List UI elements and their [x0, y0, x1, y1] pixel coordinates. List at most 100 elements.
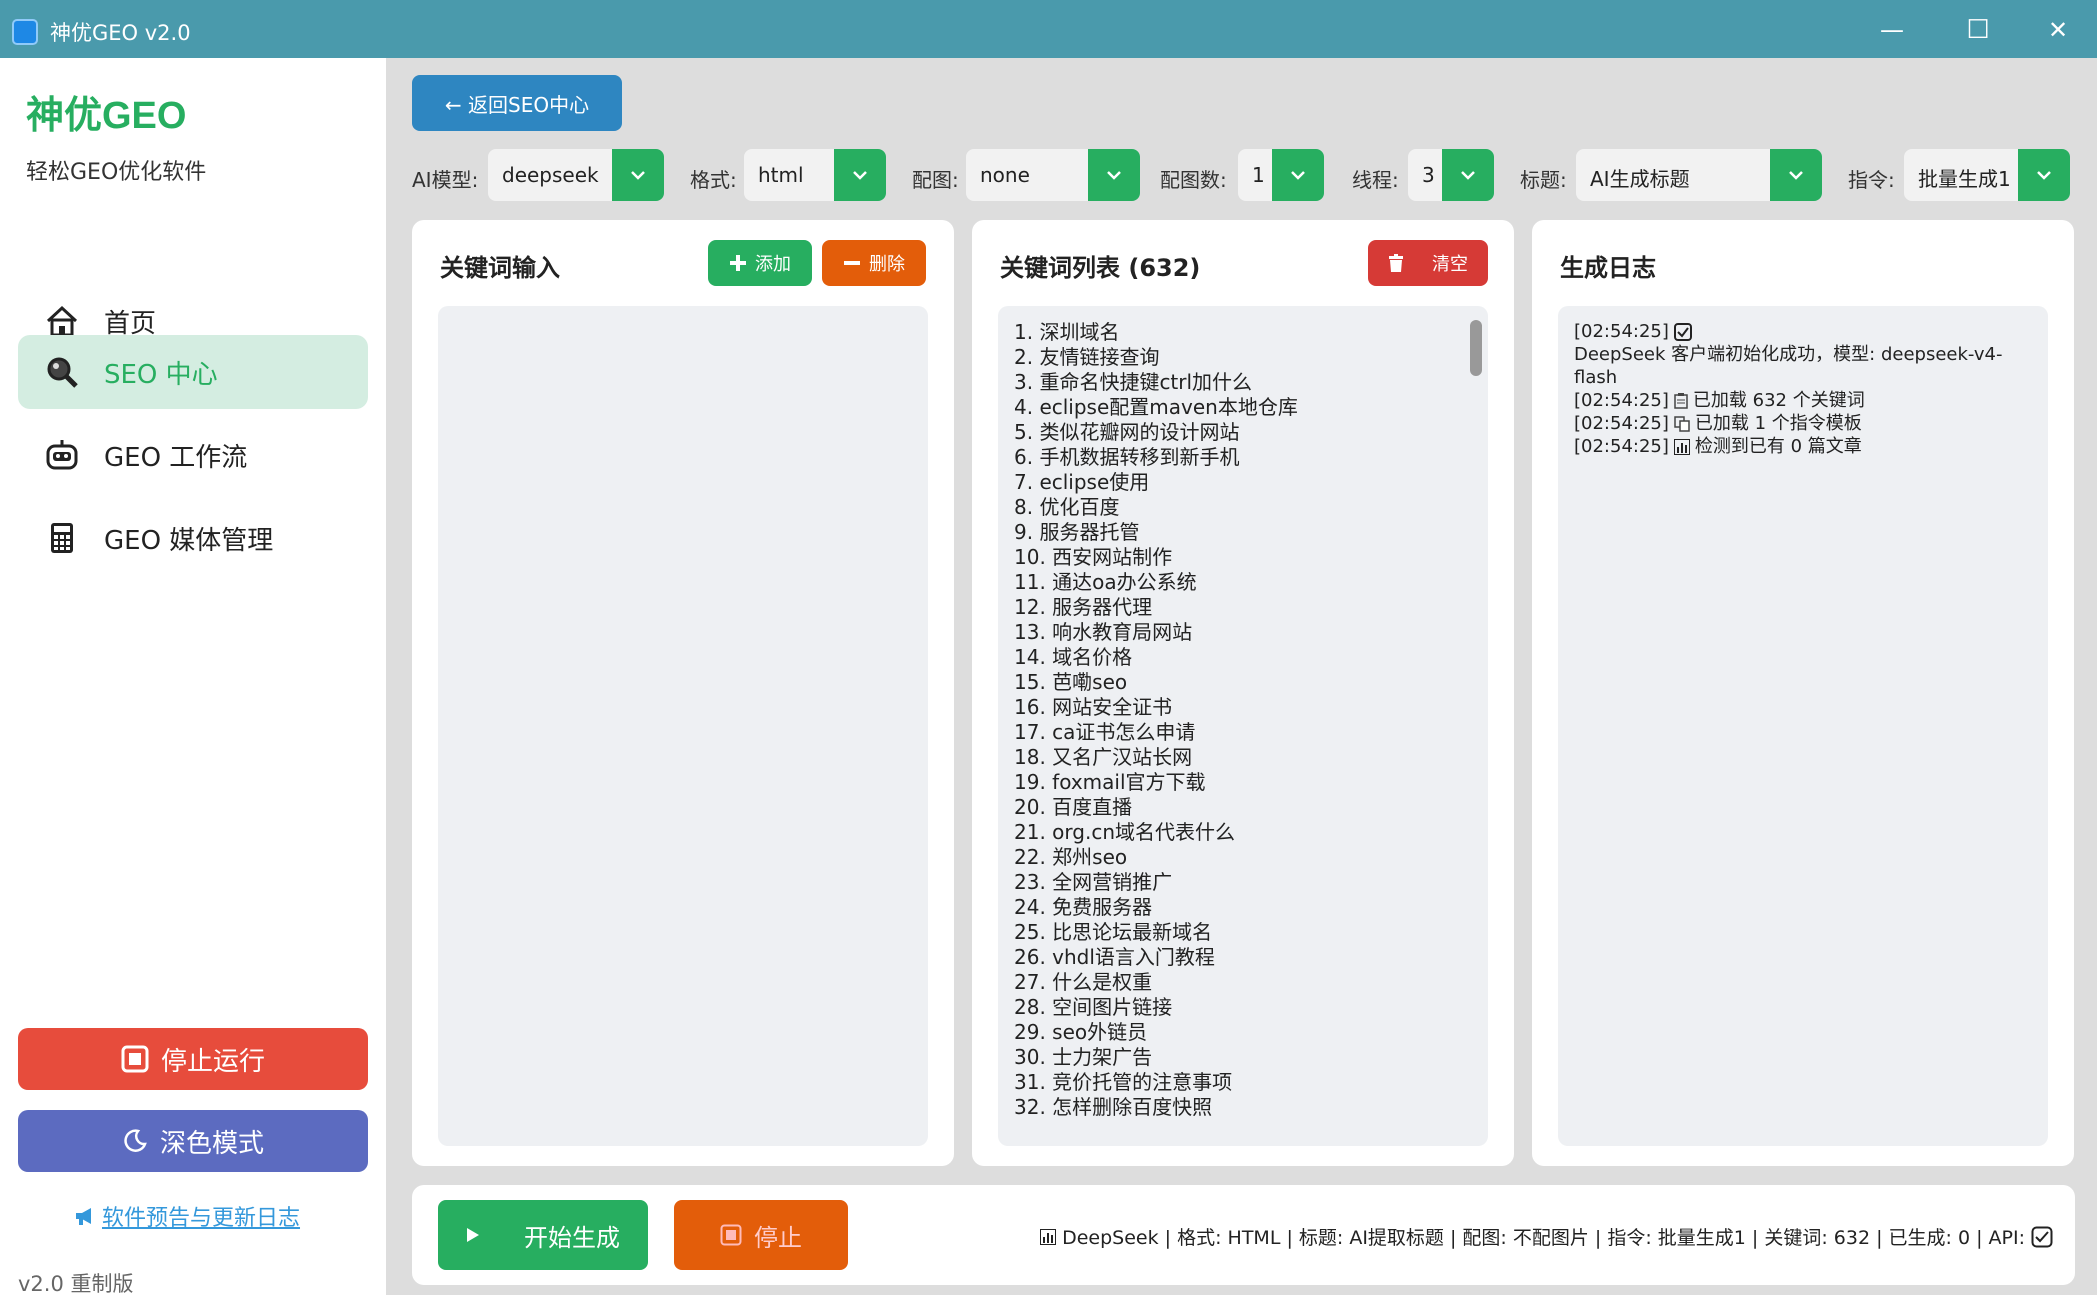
update-log-link[interactable]: 软件预告与更新日志	[74, 1200, 300, 1232]
image-count-select[interactable]: 1	[1238, 149, 1324, 201]
list-item[interactable]: 18. 又名广汉站长网	[1014, 745, 1484, 770]
image-label: 配图:	[912, 168, 959, 192]
log-line: [02:54:25] 已加载 1 个指令模板	[1574, 412, 2044, 435]
maximize-button[interactable]: ☐	[1956, 10, 2000, 50]
list-item[interactable]: 9. 服务器托管	[1014, 520, 1484, 545]
sidebar-item-seo-center[interactable]: SEO 中心	[18, 335, 368, 409]
list-item[interactable]: 31. 竞价托管的注意事项	[1014, 1070, 1484, 1095]
list-item[interactable]: 1. 深圳域名	[1014, 320, 1484, 345]
log-time: [02:54:25]	[1574, 321, 1669, 342]
log-line: [02:54:25] 已加载 632 个关键词	[1574, 389, 2044, 412]
format-select[interactable]: html	[744, 149, 886, 201]
threads-select[interactable]: 3	[1408, 149, 1494, 201]
list-item[interactable]: 11. 通达oa办公系统	[1014, 570, 1484, 595]
list-item[interactable]: 12. 服务器代理	[1014, 595, 1484, 620]
list-item[interactable]: 7. eclipse使用	[1014, 470, 1484, 495]
chevron-down-icon[interactable]	[2018, 149, 2070, 201]
sidebar-item-geo-workflow[interactable]: GEO 工作流	[18, 418, 368, 492]
scrollbar-thumb[interactable]	[1470, 320, 1482, 376]
list-item[interactable]: 3. 重命名快捷键ctrl加什么	[1014, 370, 1484, 395]
check-box-icon	[1673, 322, 1692, 341]
brand-tagline: 轻松GEO优化软件	[26, 160, 207, 185]
log-box: [02:54:25] DeepSeek 客户端初始化成功，模型: deepsee…	[1558, 306, 2048, 1146]
check-box-icon	[2031, 1226, 2053, 1248]
list-item[interactable]: 32. 怎样删除百度快照	[1014, 1095, 1484, 1120]
list-item[interactable]: 2. 友情链接查询	[1014, 345, 1484, 370]
list-item[interactable]: 29. seo外链员	[1014, 1020, 1484, 1045]
keyword-textarea[interactable]	[438, 306, 928, 1146]
log-list: [02:54:25] DeepSeek 客户端初始化成功，模型: deepsee…	[1574, 320, 2044, 458]
delete-keyword-button[interactable]: 删除	[822, 240, 926, 286]
list-item[interactable]: 8. 优化百度	[1014, 495, 1484, 520]
threads-label: 线程:	[1352, 168, 1399, 192]
list-item[interactable]: 26. vhdl语言入门教程	[1014, 945, 1484, 970]
chevron-down-icon[interactable]	[1442, 149, 1494, 201]
app-icon	[12, 19, 38, 45]
list-item[interactable]: 13. 响水教育局网站	[1014, 620, 1484, 645]
start-generate-button[interactable]: 开始生成	[438, 1200, 648, 1270]
minimize-button[interactable]: —	[1870, 10, 1914, 50]
keyword-input-title: 关键词输入	[440, 254, 560, 282]
list-item[interactable]: 30. 士力架广告	[1014, 1045, 1484, 1070]
list-item[interactable]: 15. 芭嘞seo	[1014, 670, 1484, 695]
list-item[interactable]: 17. ca证书怎么申请	[1014, 720, 1484, 745]
chevron-down-icon[interactable]	[1272, 149, 1324, 201]
log-time: [02:54:25]	[1574, 436, 1669, 457]
command-value: 批量生成1	[1918, 167, 2011, 191]
copy-icon	[1674, 415, 1690, 432]
list-item[interactable]: 28. 空间图片链接	[1014, 995, 1484, 1020]
list-item[interactable]: 14. 域名价格	[1014, 645, 1484, 670]
title-label: 标题:	[1520, 168, 1567, 192]
sidebar-item-label: SEO 中心	[104, 359, 218, 390]
chevron-down-icon[interactable]	[1088, 149, 1140, 201]
stop-button[interactable]: 停止	[674, 1200, 848, 1270]
magnifier-icon	[44, 354, 80, 390]
sidebar-item-label: GEO 媒体管理	[104, 525, 274, 556]
format-label: 格式:	[690, 168, 737, 192]
version-label: v2.0 重制版	[18, 1272, 134, 1295]
back-to-seo-button[interactable]: ← 返回SEO中心	[412, 75, 622, 131]
window-title: 神优GEO v2.0	[50, 21, 191, 45]
log-line: [02:54:25] DeepSeek 客户端初始化成功，模型: deepsee…	[1574, 320, 2044, 389]
chevron-down-icon[interactable]	[1770, 149, 1822, 201]
list-item[interactable]: 4. eclipse配置maven本地仓库	[1014, 395, 1484, 420]
ai-model-select[interactable]: deepseek	[488, 149, 664, 201]
generation-log-panel: 生成日志 [02:54:25] DeepSeek 客户端初始化成功，模型: de…	[1532, 220, 2074, 1166]
log-time: [02:54:25]	[1574, 390, 1669, 411]
chevron-down-icon[interactable]	[612, 149, 664, 201]
command-label: 指令:	[1848, 168, 1895, 192]
command-select[interactable]: 批量生成1	[1904, 149, 2070, 201]
stop-run-button[interactable]: 停止运行	[18, 1028, 368, 1090]
list-item[interactable]: 27. 什么是权重	[1014, 970, 1484, 995]
keyword-list: 1. 深圳域名 2. 友情链接查询 3. 重命名快捷键ctrl加什么 4. eclip…	[1014, 320, 1484, 1120]
keyword-list-panel: 关键词列表 (632) 清空 1. 深圳域名 2. 友情链接查询 3. 重命名快捷键…	[972, 220, 1514, 1166]
list-item[interactable]: 16. 网站安全证书	[1014, 695, 1484, 720]
list-item[interactable]: 22. 郑州seo	[1014, 845, 1484, 870]
play-icon	[466, 1227, 480, 1243]
start-label: 开始生成	[524, 1223, 620, 1252]
chevron-down-icon[interactable]	[834, 149, 886, 201]
list-item[interactable]: 19. foxmail官方下载	[1014, 770, 1484, 795]
list-item[interactable]: 25. 比思论坛最新域名	[1014, 920, 1484, 945]
add-keyword-button[interactable]: 添加	[708, 240, 812, 286]
clear-list-button[interactable]: 清空	[1368, 240, 1488, 286]
list-item[interactable]: 6. 手机数据转移到新手机	[1014, 445, 1484, 470]
ai-model-label: AI模型:	[412, 168, 479, 192]
status-bar: DeepSeek | 格式: HTML | 标题: AI提取标题 | 配图: 不…	[1040, 1223, 2053, 1250]
sidebar-item-geo-media[interactable]: GEO 媒体管理	[18, 501, 368, 575]
list-item[interactable]: 5. 类似花瓣网的设计网站	[1014, 420, 1484, 445]
list-item[interactable]: 24. 免费服务器	[1014, 895, 1484, 920]
list-item[interactable]: 21. org.cn域名代表什么	[1014, 820, 1484, 845]
format-value: html	[758, 163, 804, 187]
image-count-value: 1	[1252, 163, 1265, 187]
list-item[interactable]: 23. 全网营销推广	[1014, 870, 1484, 895]
keyword-list-box[interactable]: 1. 深圳域名 2. 友情链接查询 3. 重命名快捷键ctrl加什么 4. eclip…	[998, 306, 1488, 1146]
list-item[interactable]: 10. 西安网站制作	[1014, 545, 1484, 570]
close-button[interactable]: ✕	[2036, 10, 2080, 50]
image-select[interactable]: none	[966, 149, 1140, 201]
list-item[interactable]: 20. 百度直播	[1014, 795, 1484, 820]
dark-mode-button[interactable]: 深色模式	[18, 1110, 368, 1172]
title-select[interactable]: AI生成标题	[1576, 149, 1822, 201]
robot-icon	[44, 437, 80, 473]
minus-icon	[843, 254, 861, 272]
